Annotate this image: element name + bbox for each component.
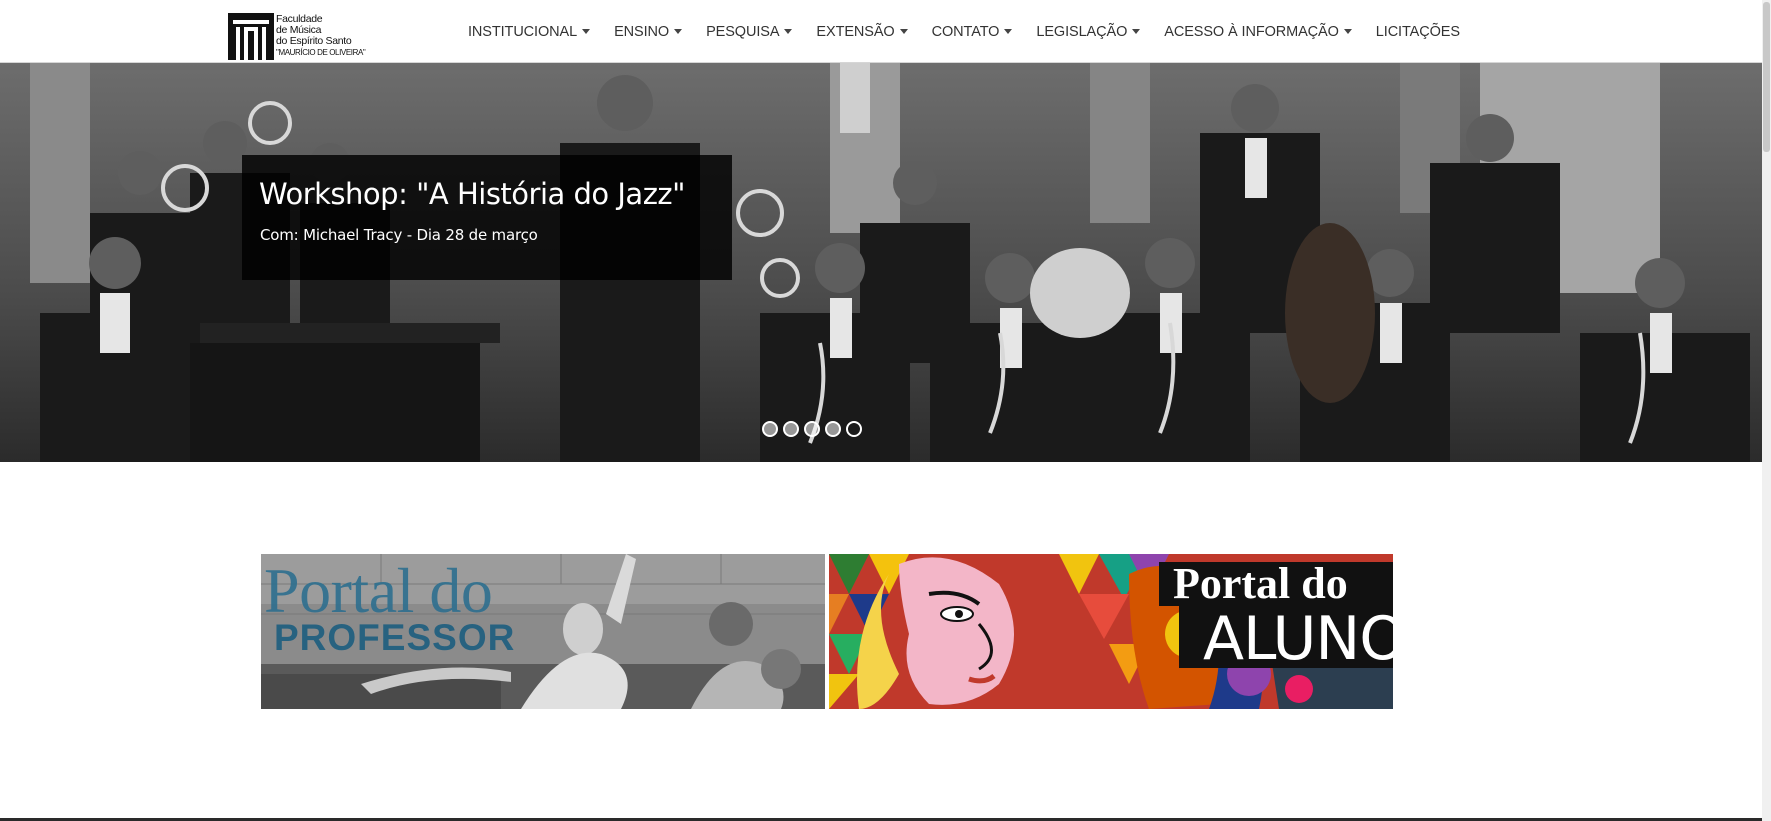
nav-item-label: INSTITUCIONAL bbox=[468, 23, 578, 40]
nav-item-licitacoes[interactable]: LICITAÇÕES bbox=[1376, 0, 1460, 63]
nav-item-pesquisa[interactable]: PESQUISA bbox=[706, 0, 793, 63]
nav-item-label: PESQUISA bbox=[706, 23, 780, 40]
main-nav: INSTITUCIONAL ENSINO PESQUISA EXTENSÃO C… bbox=[468, 0, 1484, 63]
carousel-dot-1[interactable] bbox=[762, 421, 778, 437]
portal-aluno-subtitle: ALUNO bbox=[1203, 604, 1393, 674]
nav-item-label: CONTATO bbox=[931, 23, 1000, 40]
nav-item-label: ENSINO bbox=[614, 23, 670, 40]
nav-item-extensao[interactable]: EXTENSÃO bbox=[816, 0, 908, 63]
carousel-indicators bbox=[762, 421, 867, 437]
caret-down-icon bbox=[1343, 29, 1352, 34]
nav-item-acesso-informacao[interactable]: ACESSO À INFORMAÇÃO bbox=[1164, 0, 1352, 63]
logo-line: do Espírito Santo bbox=[276, 35, 352, 47]
carousel-dot-5[interactable] bbox=[846, 421, 862, 437]
caret-down-icon bbox=[674, 29, 683, 34]
faculty-logo-icon bbox=[228, 13, 274, 60]
nav-item-contato[interactable]: CONTATO bbox=[932, 0, 1013, 63]
slide-title: Workshop: "A História do Jazz" bbox=[259, 177, 686, 211]
caret-down-icon bbox=[582, 29, 591, 34]
nav-item-label: LEGISLAÇÃO bbox=[1036, 23, 1128, 40]
caret-down-icon bbox=[784, 29, 793, 34]
carousel-dot-3[interactable] bbox=[804, 421, 820, 437]
nav-item-institucional[interactable]: INSTITUCIONAL bbox=[468, 0, 591, 63]
caret-down-icon bbox=[1132, 29, 1141, 34]
slide-subtitle: Com: Michael Tracy - Dia 28 de março bbox=[260, 226, 538, 244]
caret-down-icon bbox=[899, 29, 908, 34]
portal-professor-subtitle: PROFESSOR bbox=[274, 617, 516, 658]
nav-item-label: EXTENSÃO bbox=[816, 23, 895, 40]
nav-item-ensino[interactable]: ENSINO bbox=[614, 0, 683, 63]
site-header: Faculdade de Música do Espírito Santo "M… bbox=[0, 0, 1762, 63]
carousel-dot-2[interactable] bbox=[783, 421, 799, 437]
scrollbar-thumb[interactable] bbox=[1763, 2, 1770, 152]
slide-caption: Workshop: "A História do Jazz" Com: Mich… bbox=[242, 155, 732, 280]
hero-carousel[interactable]: Workshop: "A História do Jazz" Com: Mich… bbox=[0, 63, 1762, 462]
site-logo-text: Faculdade de Música do Espírito Santo "M… bbox=[276, 14, 366, 58]
caret-down-icon bbox=[1004, 29, 1013, 34]
nav-item-legislacao[interactable]: LEGISLAÇÃO bbox=[1036, 0, 1141, 63]
nav-item-label: ACESSO À INFORMAÇÃO bbox=[1164, 23, 1339, 40]
logo-subtitle: "MAURÍCIO DE OLIVEIRA" bbox=[276, 48, 366, 57]
carousel-dot-4[interactable] bbox=[825, 421, 841, 437]
site-logo-link[interactable]: Faculdade de Música do Espírito Santo "M… bbox=[228, 13, 366, 60]
portal-professor-banner[interactable]: Portal do PROFESSOR bbox=[261, 554, 825, 709]
portal-aluno-title: Portal do bbox=[1173, 559, 1348, 608]
nav-item-label: LICITAÇÕES bbox=[1375, 23, 1460, 40]
portal-aluno-banner[interactable]: Portal do ALUNO bbox=[829, 554, 1393, 709]
